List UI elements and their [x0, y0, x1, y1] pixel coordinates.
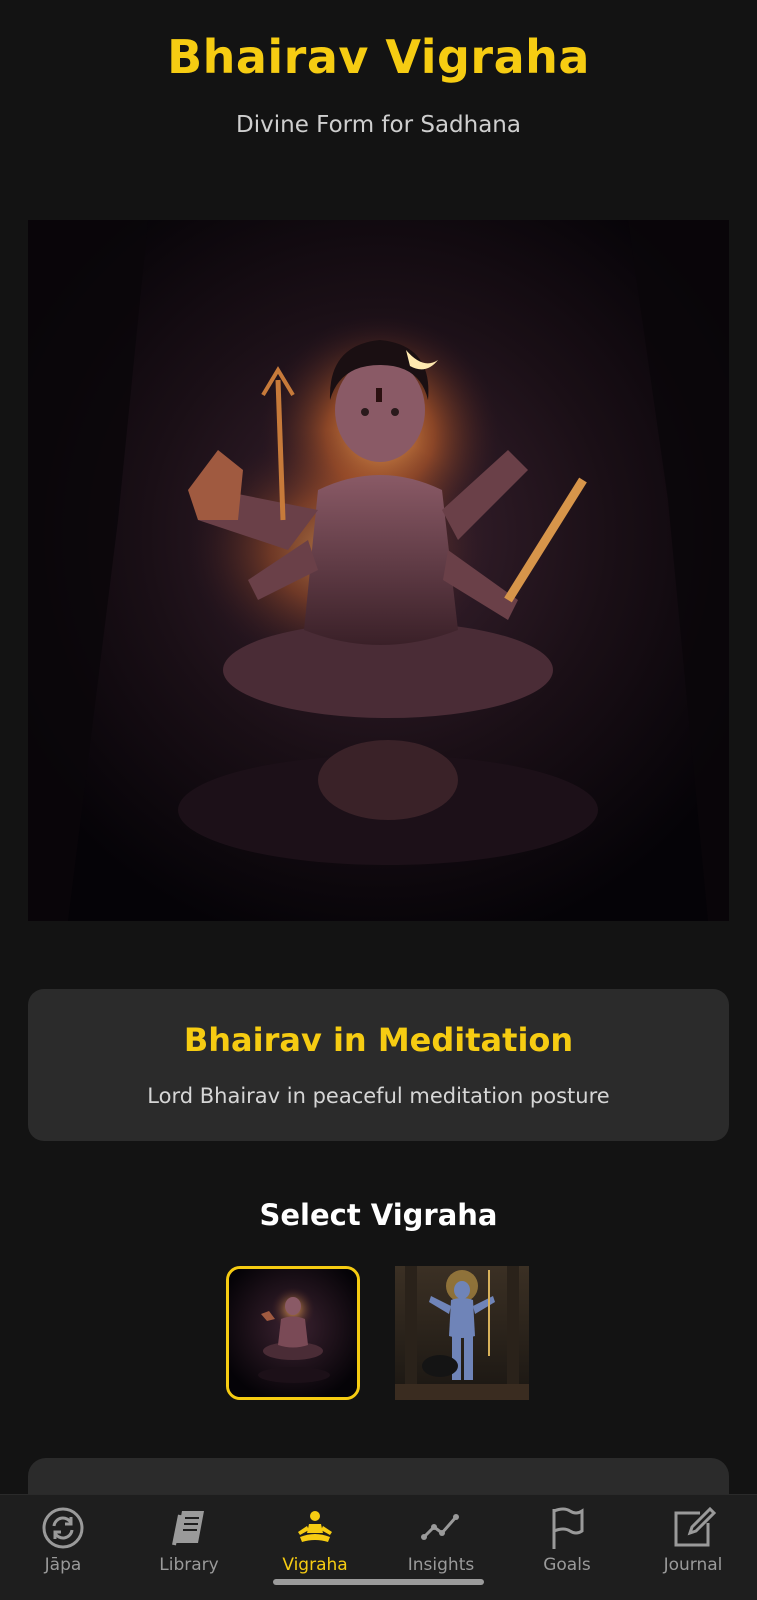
- vigraha-name: Bhairav in Meditation: [183, 1021, 574, 1059]
- select-vigraha-heading: Select Vigraha: [259, 1198, 498, 1232]
- nav-label-goals: Goals: [543, 1555, 591, 1575]
- nav-item-japa[interactable]: Jāpa: [8, 1505, 118, 1595]
- bhairav-meditation-image: [28, 220, 729, 921]
- vigraha-description: Lord Bhairav in peaceful meditation post…: [147, 1084, 610, 1108]
- nav-label-vigraha: Vigraha: [282, 1555, 348, 1575]
- edit-note-icon: [674, 1506, 716, 1547]
- nav-item-journal[interactable]: Journal: [638, 1505, 748, 1595]
- home-indicator[interactable]: [273, 1579, 484, 1585]
- nav-item-library[interactable]: Library: [134, 1505, 244, 1595]
- vigraha-screen: Bhairav Vigraha Divine Form for Sadhana: [0, 0, 757, 1600]
- nav-label-journal: Journal: [663, 1555, 723, 1575]
- meditation-icon: [298, 1511, 332, 1542]
- nav-item-goals[interactable]: Goals: [512, 1505, 622, 1595]
- page-subtitle: Divine Form for Sadhana: [236, 112, 521, 138]
- vigraha-info-card: Bhairav in Meditation Lord Bhairav in pe…: [28, 989, 729, 1141]
- bhairav-standing-thumbnail-image: [395, 1266, 529, 1400]
- vigraha-image: [28, 220, 729, 921]
- nav-label-japa: Jāpa: [44, 1555, 82, 1575]
- flag-icon: [552, 1507, 584, 1549]
- line-chart-icon: [421, 1514, 459, 1540]
- book-icon: [172, 1511, 204, 1546]
- page-title: Bhairav Vigraha: [167, 30, 590, 84]
- nav-label-insights: Insights: [407, 1555, 475, 1575]
- vigraha-thumbnail-standing[interactable]: [395, 1266, 529, 1400]
- nav-label-library: Library: [159, 1555, 219, 1575]
- bhairav-meditation-thumbnail-image: [229, 1269, 357, 1397]
- vigraha-thumbnail-meditation[interactable]: [226, 1266, 360, 1400]
- refresh-circle-icon: [42, 1507, 84, 1549]
